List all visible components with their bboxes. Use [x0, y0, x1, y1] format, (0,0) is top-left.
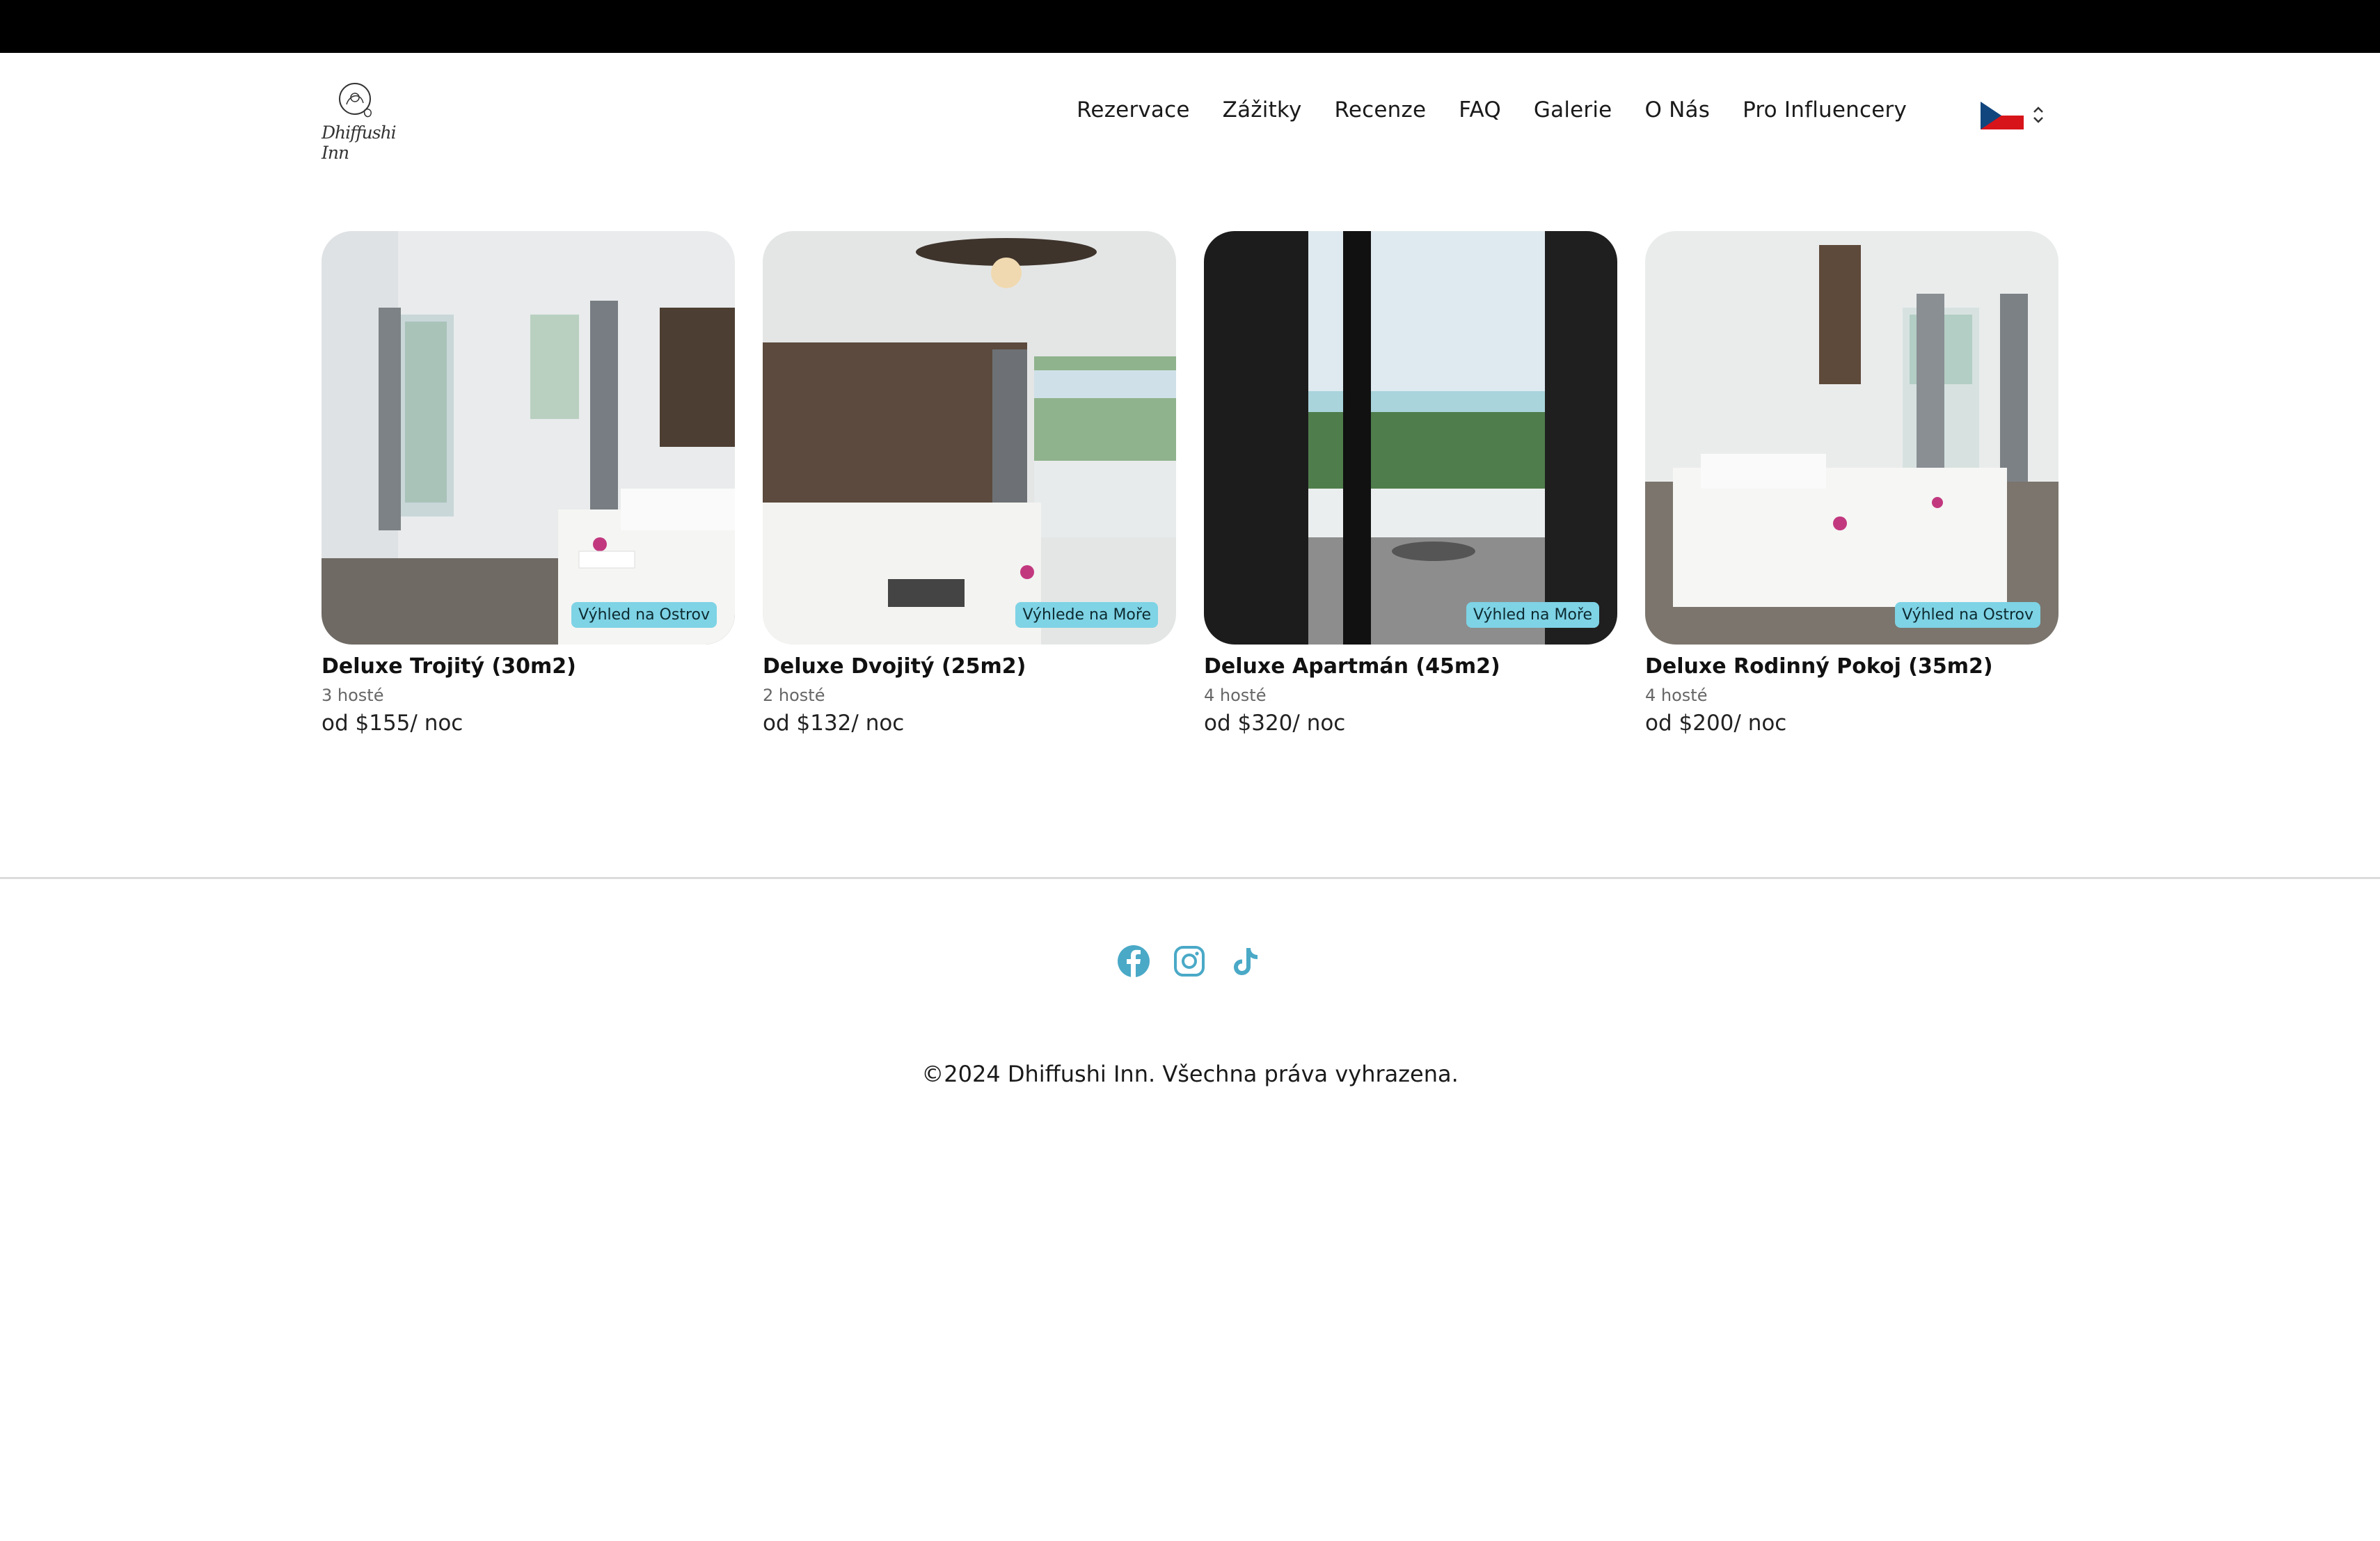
view-badge: Výhled na Moře: [1466, 602, 1599, 628]
room-cards: Výhled na Ostrov Deluxe Trojitý (30m2) 3…: [322, 231, 2058, 760]
logo-text: Dhiffushi Inn: [322, 123, 397, 163]
nav-zazitky[interactable]: Zážitky: [1223, 97, 1302, 123]
nav-recenze[interactable]: Recenze: [1335, 97, 1427, 123]
nav-rezervace[interactable]: Rezervace: [1077, 97, 1190, 123]
room-guests: 4 hosté: [1204, 686, 1267, 705]
room-title[interactable]: Deluxe Apartmán (45m2): [1204, 654, 1617, 679]
language-selector[interactable]: [1981, 99, 2045, 131]
nav-faq[interactable]: FAQ: [1459, 97, 1501, 123]
nav-o-nas[interactable]: O Nás: [1644, 97, 1710, 123]
room-card[interactable]: Výhled na Moře Deluxe Apartmán (45m2) 4 …: [1204, 231, 1617, 736]
social-links: [1116, 944, 1262, 979]
room-price: od $132/ noc: [763, 711, 905, 736]
view-badge: Výhlede na Moře: [1015, 602, 1158, 628]
room-photo[interactable]: Výhled na Ostrov: [1645, 231, 2058, 645]
room-price: od $155/ noc: [322, 711, 463, 736]
instagram-icon[interactable]: [1172, 944, 1207, 979]
room-title[interactable]: Deluxe Rodinný Pokoj (35m2): [1645, 654, 2058, 679]
room-guests: 3 hosté: [322, 686, 384, 705]
room-guests: 4 hosté: [1645, 686, 1708, 705]
copyright-text: ©2024 Dhiffushi Inn. Všechna práva vyhra…: [921, 1061, 1459, 1087]
room-price: od $200/ noc: [1645, 711, 1787, 736]
site-header: Dhiffushi Inn Rezervace Zážitky Recenze …: [0, 53, 2380, 178]
logo-flower-icon: [339, 83, 372, 118]
site-logo[interactable]: Dhiffushi Inn: [322, 79, 408, 163]
top-black-bar: [0, 0, 2380, 53]
footer-divider: [0, 877, 2380, 879]
room-title[interactable]: Deluxe Dvojitý (25m2): [763, 654, 1176, 679]
room-guests: 2 hosté: [763, 686, 825, 705]
room-card[interactable]: Výhled na Ostrov Deluxe Rodinný Pokoj (3…: [1645, 231, 2058, 736]
room-price: od $320/ noc: [1204, 711, 1346, 736]
room-photo[interactable]: Výhlede na Moře: [763, 231, 1176, 645]
room-card[interactable]: Výhled na Ostrov Deluxe Trojitý (30m2) 3…: [322, 231, 735, 736]
nav-galerie[interactable]: Galerie: [1534, 97, 1612, 123]
view-badge: Výhled na Ostrov: [571, 602, 717, 628]
main-nav: Rezervace Zážitky Recenze FAQ Galerie O …: [1077, 97, 1907, 123]
room-card[interactable]: Výhlede na Moře Deluxe Dvojitý (25m2) 2 …: [763, 231, 1176, 736]
nav-pro-influencery[interactable]: Pro Influencery: [1743, 97, 1907, 123]
room-photo[interactable]: Výhled na Ostrov: [322, 231, 735, 645]
view-badge: Výhled na Ostrov: [1895, 602, 2040, 628]
facebook-icon[interactable]: [1116, 944, 1151, 979]
room-photo[interactable]: Výhled na Moře: [1204, 231, 1617, 645]
chevron-updown-icon: [2033, 106, 2043, 123]
czech-flag-icon: [1981, 102, 2024, 129]
tiktok-icon[interactable]: [1228, 944, 1262, 979]
room-title[interactable]: Deluxe Trojitý (30m2): [322, 654, 735, 679]
